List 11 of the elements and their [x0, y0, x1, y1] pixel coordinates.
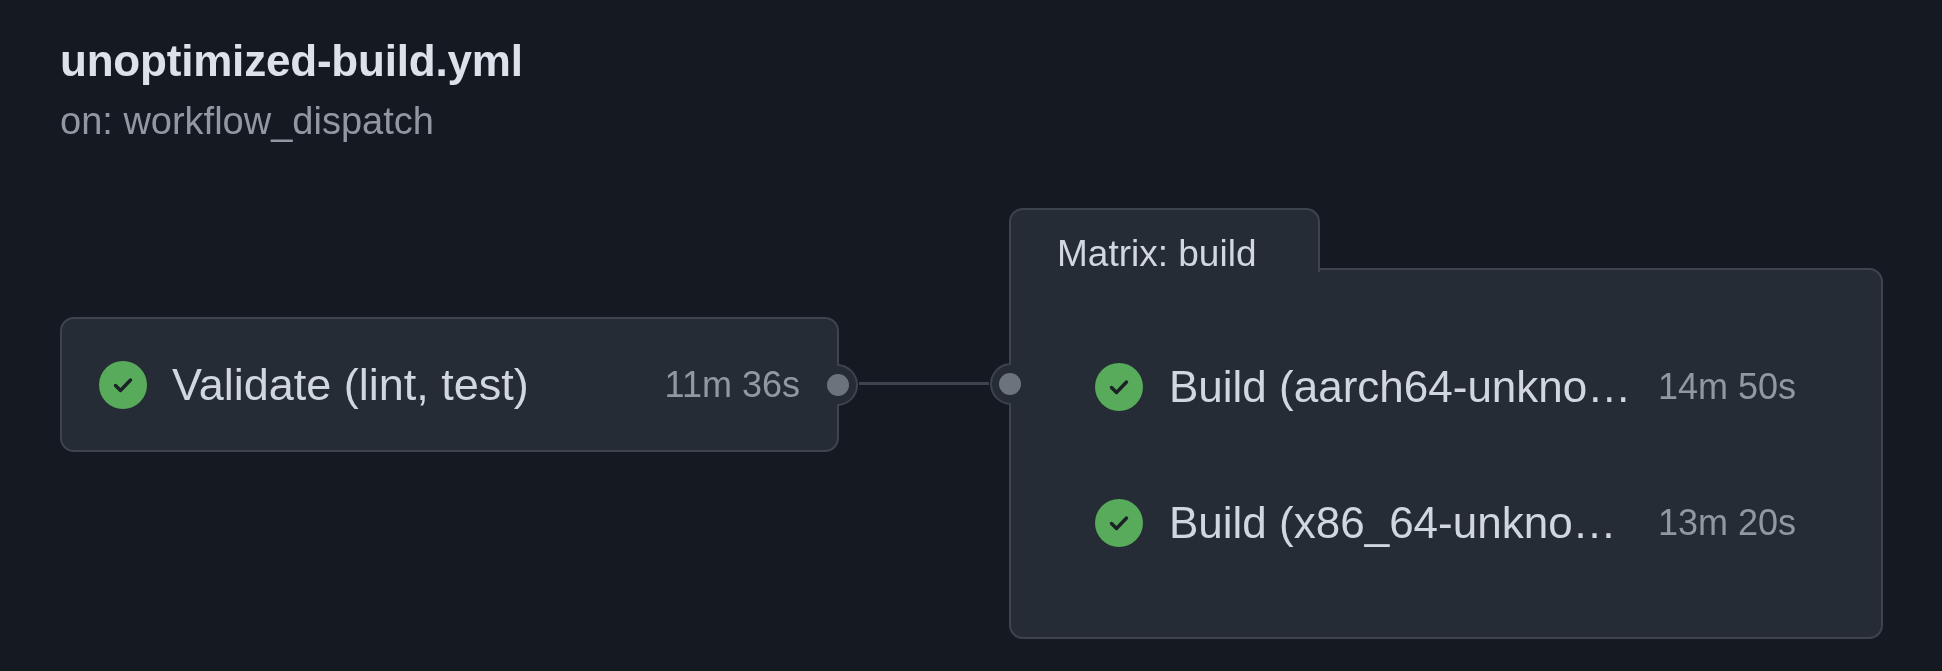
job-duration: 13m 20s	[1657, 501, 1796, 545]
job-name: Validate (lint, test)	[172, 358, 529, 411]
matrix-label: Matrix: build	[1009, 208, 1320, 272]
job-duration: 11m 36s	[664, 362, 800, 407]
connector-dot-icon	[827, 363, 859, 406]
job-card[interactable]: Validate (lint, test) 11m 36s	[60, 317, 839, 452]
workflow-trigger: on: workflow_dispatch	[60, 99, 434, 144]
job-name[interactable]: Build (aarch64-unkno…	[1169, 361, 1644, 413]
workflow-title: unoptimized-build.yml	[60, 35, 523, 87]
job-name[interactable]: Build (x86_64-unkno…	[1169, 497, 1644, 549]
job-duration: 14m 50s	[1657, 365, 1796, 409]
